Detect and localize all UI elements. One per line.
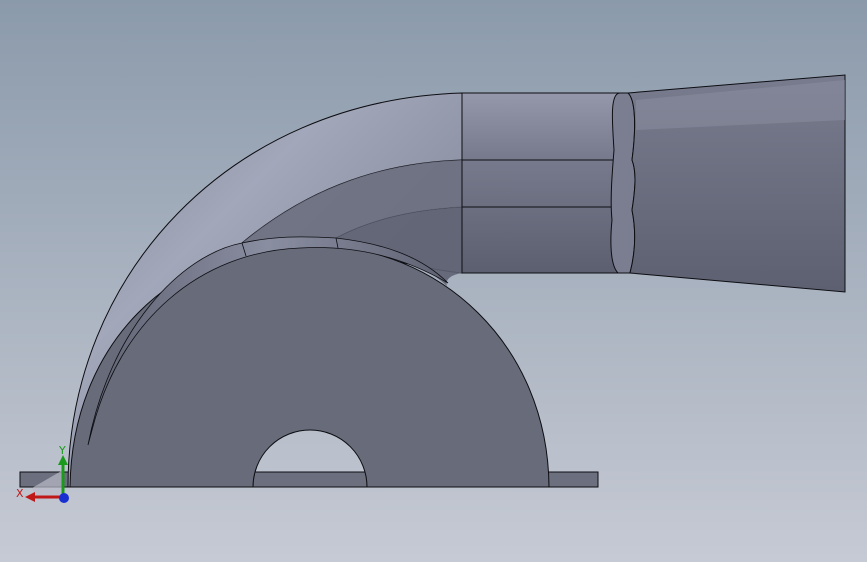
flange-ring <box>610 92 636 274</box>
z-axis-dot <box>59 493 69 503</box>
x-axis-label: X <box>16 487 24 500</box>
model-view[interactable]: Y X <box>0 0 867 562</box>
straight-pipe <box>461 92 626 274</box>
graphics-viewport[interactable]: Y X <box>0 0 867 562</box>
y-axis-label: Y <box>58 444 66 457</box>
